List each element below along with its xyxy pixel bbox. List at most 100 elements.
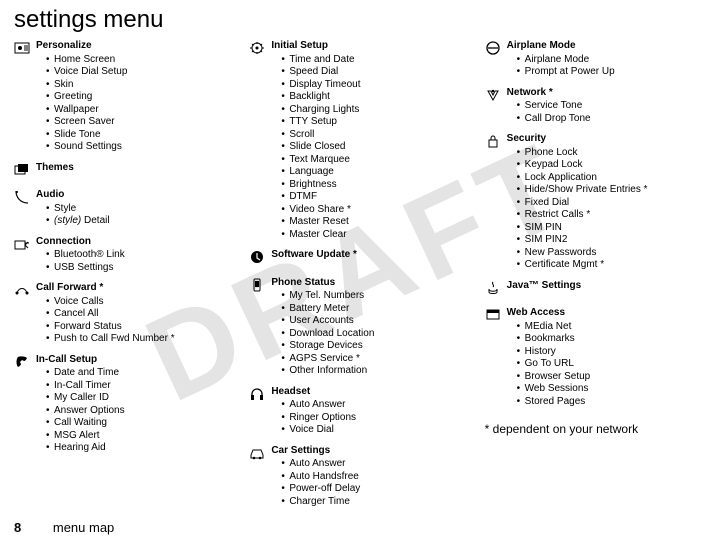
menu-section: Phone StatusMy Tel. NumbersBattery Meter… bbox=[249, 277, 466, 378]
section-heading: Software Update * bbox=[271, 249, 466, 262]
section-body: AudioStyle(style) Detail bbox=[36, 189, 231, 228]
menu-item: Master Reset bbox=[281, 216, 466, 229]
section-items: Phone LockKeypad LockLock ApplicationHid… bbox=[507, 147, 702, 272]
menu-item: Phone Lock bbox=[517, 147, 702, 160]
menu-item: Stored Pages bbox=[517, 396, 702, 409]
section-body: Web AccessMEdia NetBookmarksHistoryGo To… bbox=[507, 307, 702, 408]
section-heading: Security bbox=[507, 133, 702, 146]
section-body: Network *Service ToneCall Drop Tone bbox=[507, 87, 702, 126]
car-icon bbox=[249, 445, 271, 509]
menu-section: Car SettingsAuto AnswerAuto HandsfreePow… bbox=[249, 445, 466, 509]
menu-item: Text Marquee bbox=[281, 154, 466, 167]
menu-item: Push to Call Fwd Number * bbox=[46, 333, 231, 346]
menu-item: MSG Alert bbox=[46, 430, 231, 443]
section-body: Themes bbox=[36, 162, 231, 182]
menu-section: ConnectionBluetooth® LinkUSB Settings bbox=[14, 236, 231, 275]
menu-item: Go To URL bbox=[517, 358, 702, 371]
section-items: Bluetooth® LinkUSB Settings bbox=[36, 249, 231, 274]
menu-item: USB Settings bbox=[46, 262, 231, 275]
menu-item: Bluetooth® Link bbox=[46, 249, 231, 262]
menu-item: Date and Time bbox=[46, 367, 231, 380]
menu-item: Scroll bbox=[281, 129, 466, 142]
incall-icon bbox=[14, 354, 36, 455]
menu-item: Battery Meter bbox=[281, 303, 466, 316]
menu-item: Fixed Dial bbox=[517, 197, 702, 210]
section-heading: Initial Setup bbox=[271, 40, 466, 53]
menu-item: Time and Date bbox=[281, 54, 466, 67]
menu-item: Forward Status bbox=[46, 321, 231, 334]
menu-section: In-Call SetupDate and TimeIn-Call TimerM… bbox=[14, 354, 231, 455]
menu-item: Browser Setup bbox=[517, 371, 702, 384]
network-icon bbox=[485, 87, 507, 126]
section-body: Initial SetupTime and DateSpeed DialDisp… bbox=[271, 40, 466, 241]
section-items: MEdia NetBookmarksHistoryGo To URLBrowse… bbox=[507, 321, 702, 409]
footer-label: menu map bbox=[53, 520, 114, 535]
menu-item: Certificate Mgmt * bbox=[517, 259, 702, 272]
section-items: Style(style) Detail bbox=[36, 203, 231, 228]
section-body: In-Call SetupDate and TimeIn-Call TimerM… bbox=[36, 354, 231, 455]
section-body: Phone StatusMy Tel. NumbersBattery Meter… bbox=[271, 277, 466, 378]
italic-text: (style) bbox=[54, 215, 81, 226]
menu-item: SIM PIN2 bbox=[517, 234, 702, 247]
section-items: Auto AnswerRinger OptionsVoice Dial bbox=[271, 399, 466, 437]
security-icon bbox=[485, 133, 507, 272]
personalize-icon bbox=[14, 40, 36, 154]
menu-item: Voice Calls bbox=[46, 296, 231, 309]
menu-item: Web Sessions bbox=[517, 383, 702, 396]
section-body: PersonalizeHome ScreenVoice Dial SetupSk… bbox=[36, 40, 231, 154]
section-heading: Call Forward * bbox=[36, 282, 231, 295]
menu-item: Restrict Calls * bbox=[517, 209, 702, 222]
menu-item: History bbox=[517, 346, 702, 359]
menu-item: AGPS Service * bbox=[281, 353, 466, 366]
menu-item: Bookmarks bbox=[517, 333, 702, 346]
menu-item: Slide Tone bbox=[46, 129, 231, 142]
menu-item: Language bbox=[281, 166, 466, 179]
menu-item: (style) Detail bbox=[46, 215, 231, 228]
menu-item: MEdia Net bbox=[517, 321, 702, 334]
section-body: Airplane ModeAirplane ModePrompt at Powe… bbox=[507, 40, 702, 79]
section-items: Date and TimeIn-Call TimerMy Caller IDAn… bbox=[36, 367, 231, 455]
menu-section: Network *Service ToneCall Drop Tone bbox=[485, 87, 702, 126]
menu-item: Skin bbox=[46, 79, 231, 92]
menu-item: Airplane Mode bbox=[517, 54, 702, 67]
section-heading: Connection bbox=[36, 236, 231, 249]
section-heading: Airplane Mode bbox=[507, 40, 702, 53]
menu-item: Auto Answer bbox=[281, 399, 466, 412]
menu-item: Charging Lights bbox=[281, 104, 466, 117]
section-items: Time and DateSpeed DialDisplay TimeoutBa… bbox=[271, 54, 466, 242]
audio-icon bbox=[14, 189, 36, 228]
menu-item: Lock Application bbox=[517, 172, 702, 185]
menu-item: Auto Answer bbox=[281, 458, 466, 471]
section-heading: Web Access bbox=[507, 307, 702, 320]
menu-item: Keypad Lock bbox=[517, 159, 702, 172]
menu-item: Style bbox=[46, 203, 231, 216]
initial-setup-icon bbox=[249, 40, 271, 241]
footnote: * dependent on your network bbox=[485, 422, 702, 437]
section-heading: Car Settings bbox=[271, 445, 466, 458]
section-heading: Java™ Settings bbox=[507, 280, 702, 293]
software-update-icon bbox=[249, 249, 271, 269]
menu-section: AudioStyle(style) Detail bbox=[14, 189, 231, 228]
menu-section: Software Update * bbox=[249, 249, 466, 269]
menu-item: Voice Dial bbox=[281, 424, 466, 437]
menu-item: Greeting bbox=[46, 91, 231, 104]
menu-item: Call Waiting bbox=[46, 417, 231, 430]
column: Airplane ModeAirplane ModePrompt at Powe… bbox=[485, 40, 702, 516]
menu-section: Themes bbox=[14, 162, 231, 182]
section-body: Car SettingsAuto AnswerAuto HandsfreePow… bbox=[271, 445, 466, 509]
menu-item: Charger Time bbox=[281, 496, 466, 509]
menu-item: Screen Saver bbox=[46, 116, 231, 129]
menu-item: Backlight bbox=[281, 91, 466, 104]
menu-item: Prompt at Power Up bbox=[517, 66, 702, 79]
column: Initial SetupTime and DateSpeed DialDisp… bbox=[249, 40, 466, 516]
section-items: Auto AnswerAuto HandsfreePower-off Delay… bbox=[271, 458, 466, 508]
section-body: ConnectionBluetooth® LinkUSB Settings bbox=[36, 236, 231, 275]
menu-item: Home Screen bbox=[46, 54, 231, 67]
section-body: Call Forward *Voice CallsCancel AllForwa… bbox=[36, 282, 231, 346]
menu-item: Master Clear bbox=[281, 229, 466, 242]
section-heading: Audio bbox=[36, 189, 231, 202]
menu-item: My Caller ID bbox=[46, 392, 231, 405]
menu-item: Power-off Delay bbox=[281, 483, 466, 496]
call-forward-icon bbox=[14, 282, 36, 346]
menu-section: Web AccessMEdia NetBookmarksHistoryGo To… bbox=[485, 307, 702, 408]
